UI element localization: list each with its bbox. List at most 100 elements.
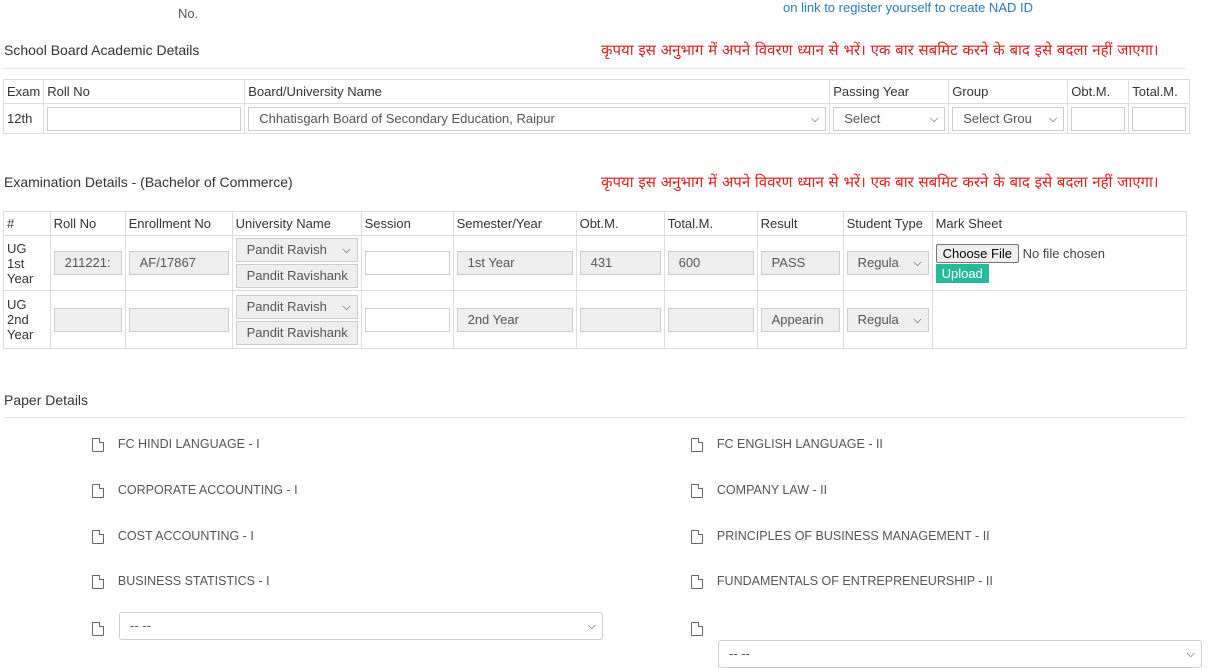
choose-file-button[interactable]: Choose File [935,243,1019,263]
school-table: Exam Roll No Board/University Name Passi… [2,79,1191,134]
chevron-down-icon: ⌵ [810,112,820,125]
student-type-value: Regula [857,311,899,327]
elective-paper-select-left[interactable]: -- -- ⌵ [119,612,603,640]
board-select[interactable]: Chhatisgarh Board of Secondary Education… [248,106,827,131]
file-icon [92,483,104,498]
col-exam-roll: Roll No [49,211,126,236]
list-item: COST ACCOUNTING - I [92,529,254,544]
file-icon [691,620,703,636]
list-item: FUNDAMENTALS OF ENTREPRENEURSHIP - II [691,574,993,589]
university-select[interactable]: Pandit Ravish ⌵ [235,238,358,262]
chevron-down-icon: ⌵ [1186,648,1195,660]
enrollment-input[interactable] [128,307,229,332]
paper-name: COST ACCOUNTING - I [117,529,254,543]
semester-input[interactable]: 2nd Year [456,307,573,332]
chevron-down-icon: ⌵ [913,313,922,326]
col-board: Board/University Name [244,79,831,104]
paper-name: FUNDAMENTALS OF ENTREPRENEURSHIP - II [716,574,993,588]
school-total-input[interactable] [1132,106,1187,131]
school-obt-input[interactable] [1071,106,1126,131]
exam-roll-input[interactable] [53,307,122,332]
paper-name: BUSINESS STATISTICS - I [117,574,270,588]
session-input[interactable] [364,251,450,275]
top-no-label: No. [178,6,199,21]
file-icon [691,574,703,589]
session-input[interactable] [364,307,450,332]
total-marks-input[interactable]: 600 [667,251,754,275]
file-icon [691,483,703,498]
paper-name: FC HINDI LANGUAGE - I [117,437,260,451]
table-row: UG 1st Year 211221: AF/17867 Pandit Ravi… [3,235,1188,291]
chevron-down-icon: ⌵ [1048,112,1058,125]
student-type-select[interactable]: Regula ⌵ [846,307,929,332]
chevron-down-icon: ⌵ [929,112,939,125]
paper-name: CORPORATE ACCOUNTING - I [117,483,298,497]
university-name-field[interactable]: Pandit Ravishank [235,320,358,345]
semester-input[interactable]: 1st Year [456,251,573,275]
paper-name: COMPANY LAW - II [716,483,828,497]
col-exam-total: Total.M. [663,211,758,236]
school-roll-input[interactable] [47,106,242,131]
list-item: CORPORATE ACCOUNTING - I [92,483,298,498]
divider [4,68,1186,69]
school-section-title: School Board Academic Details [4,42,200,58]
col-student-type: Student Type [842,211,933,236]
file-icon [691,529,703,544]
obt-marks-input[interactable] [579,307,661,332]
exam-roll-input[interactable]: 211221: [53,251,122,275]
file-icon [92,620,104,636]
exam-cell: 12th [2,103,45,134]
university-name-field[interactable]: Pandit Ravishank [235,264,358,288]
select-value: -- -- [729,646,750,661]
list-item: FC ENGLISH LANGUAGE - II [691,437,883,452]
paper-name: FC ENGLISH LANGUAGE - II [716,437,883,451]
total-marks-input[interactable] [667,307,754,332]
col-exam: Exam [2,79,45,104]
result-input[interactable]: Appearin [760,307,840,332]
chevron-down-icon: ⌵ [913,257,922,269]
row-label: UG 1st Year [3,235,51,291]
list-item: PRINCIPLES OF BUSINESS MANAGEMENT - II [691,529,990,544]
board-select-value: Chhatisgarh Board of Secondary Education… [259,110,555,126]
col-exam-obt: Obt.M. [575,211,665,236]
result-input[interactable]: PASS [760,251,840,275]
list-item: FC HINDI LANGUAGE - I [92,437,260,452]
enrollment-input[interactable]: AF/17867 [128,251,229,275]
file-icon [691,437,703,452]
col-marksheet: Mark Sheet [931,211,1188,236]
no-file-label: No file chosen [1022,245,1105,261]
col-obt: Obt.M. [1067,79,1130,104]
file-picker: Choose File No file chosen [935,243,1183,263]
col-enroll: Enrollment No [124,211,233,236]
university-select[interactable]: Pandit Ravish ⌵ [235,294,358,319]
university-select-value: Pandit Ravish [246,242,327,257]
col-total: Total.M. [1128,79,1191,104]
upload-button[interactable]: Upload [935,263,989,283]
col-sem: Semester/Year [452,211,577,236]
list-item: BUSINESS STATISTICS - I [92,574,270,589]
file-icon [92,529,104,544]
chevron-down-icon: ⌵ [587,620,596,632]
list-item: COMPANY LAW - II [691,483,827,498]
col-num: # [3,211,51,236]
file-icon [92,437,104,452]
nad-register-link[interactable]: on link to register yourself to create N… [783,0,1033,15]
marksheet-empty-cell [931,290,1188,349]
passing-year-value: Select [844,110,881,126]
student-type-select[interactable]: Regula ⌵ [846,251,929,275]
col-group: Group [948,79,1069,104]
col-result: Result [756,211,844,236]
group-select[interactable]: Select Grou ⌵ [952,106,1065,131]
obt-marks-input[interactable]: 431 [579,251,661,275]
divider [4,417,1186,418]
paper-name: PRINCIPLES OF BUSINESS MANAGEMENT - II [716,529,990,543]
school-warning: कृपया इस अनुभाग में अपने विवरण ध्यान से … [601,41,1159,59]
col-univ: University Name [231,211,362,236]
elective-paper-select-right[interactable]: -- -- ⌵ [718,640,1202,668]
exam-warning: कृपया इस अनुभाग में अपने विवरण ध्यान से … [601,173,1159,191]
col-session: Session [360,211,454,236]
col-roll: Roll No [43,79,246,104]
table-row: UG 2nd Year Pandit Ravish ⌵ Pandit Ravish… [3,290,1188,349]
row-label: UG 2nd Year [3,290,51,349]
passing-year-select[interactable]: Select ⌵ [833,106,946,131]
